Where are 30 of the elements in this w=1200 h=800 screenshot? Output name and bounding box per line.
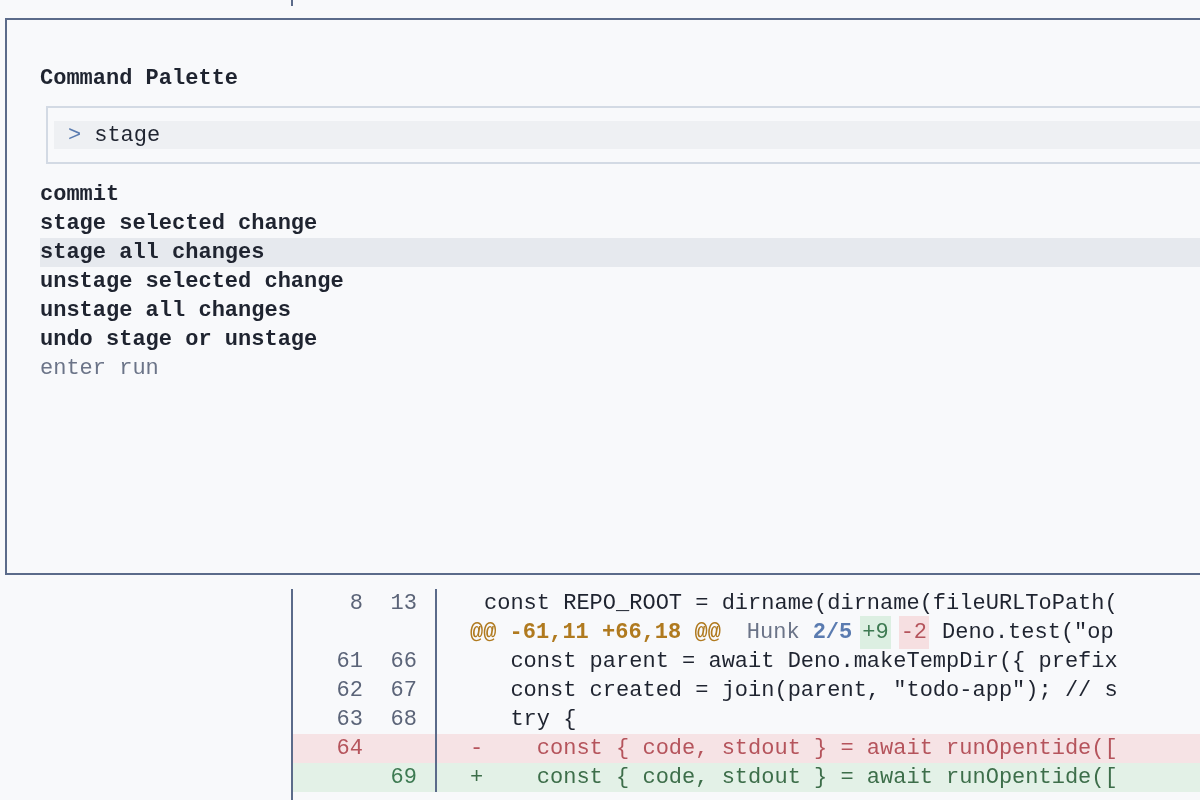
line-number: 8 <box>349 591 363 616</box>
input-value: stage <box>94 121 161 150</box>
code-line: const REPO_ROOT = dirname(dirname(fileURLToPath( <box>484 590 1118 618</box>
diff-sign: + <box>470 765 484 790</box>
hunk-context: Deno.test("op <box>942 619 1114 647</box>
line-number: 62 <box>336 678 363 703</box>
code-line: const { code, stdout } = await runOpentide([ <box>535 735 1118 763</box>
hunk-label: Hunk <box>746 619 800 647</box>
code-line: const { code, stdout } = await runOpentide([ <box>535 764 1118 792</box>
diff-sign: - <box>470 736 484 761</box>
code-line: const parent = await Deno.makeTempDir({ prefix <box>509 648 1118 676</box>
line-number: 68 <box>390 707 417 732</box>
line-number: 63 <box>336 707 363 732</box>
hunk-range: @@ -61,11 +66,18 @@ <box>470 619 721 647</box>
hunk-index: 2/5 <box>812 619 853 647</box>
added-count: +9 <box>860 616 891 649</box>
prompt-symbol: > <box>68 121 82 150</box>
code-line: try { <box>509 706 577 734</box>
line-number: 64 <box>336 736 363 761</box>
line-number: 67 <box>390 678 417 703</box>
command-item[interactable]: stage all changes <box>40 238 1200 267</box>
command-input[interactable]: > stage <box>46 106 1200 164</box>
line-number: 13 <box>390 591 417 616</box>
removed-count: -2 <box>898 616 930 649</box>
key-hint: enter run <box>40 355 159 383</box>
line-number: 69 <box>390 765 417 790</box>
code-line: const created = join(parent, "todo-app"); // s <box>509 677 1118 705</box>
line-number: 66 <box>390 649 417 674</box>
palette-title: Command Palette <box>40 65 240 93</box>
line-number: 61 <box>336 649 363 674</box>
